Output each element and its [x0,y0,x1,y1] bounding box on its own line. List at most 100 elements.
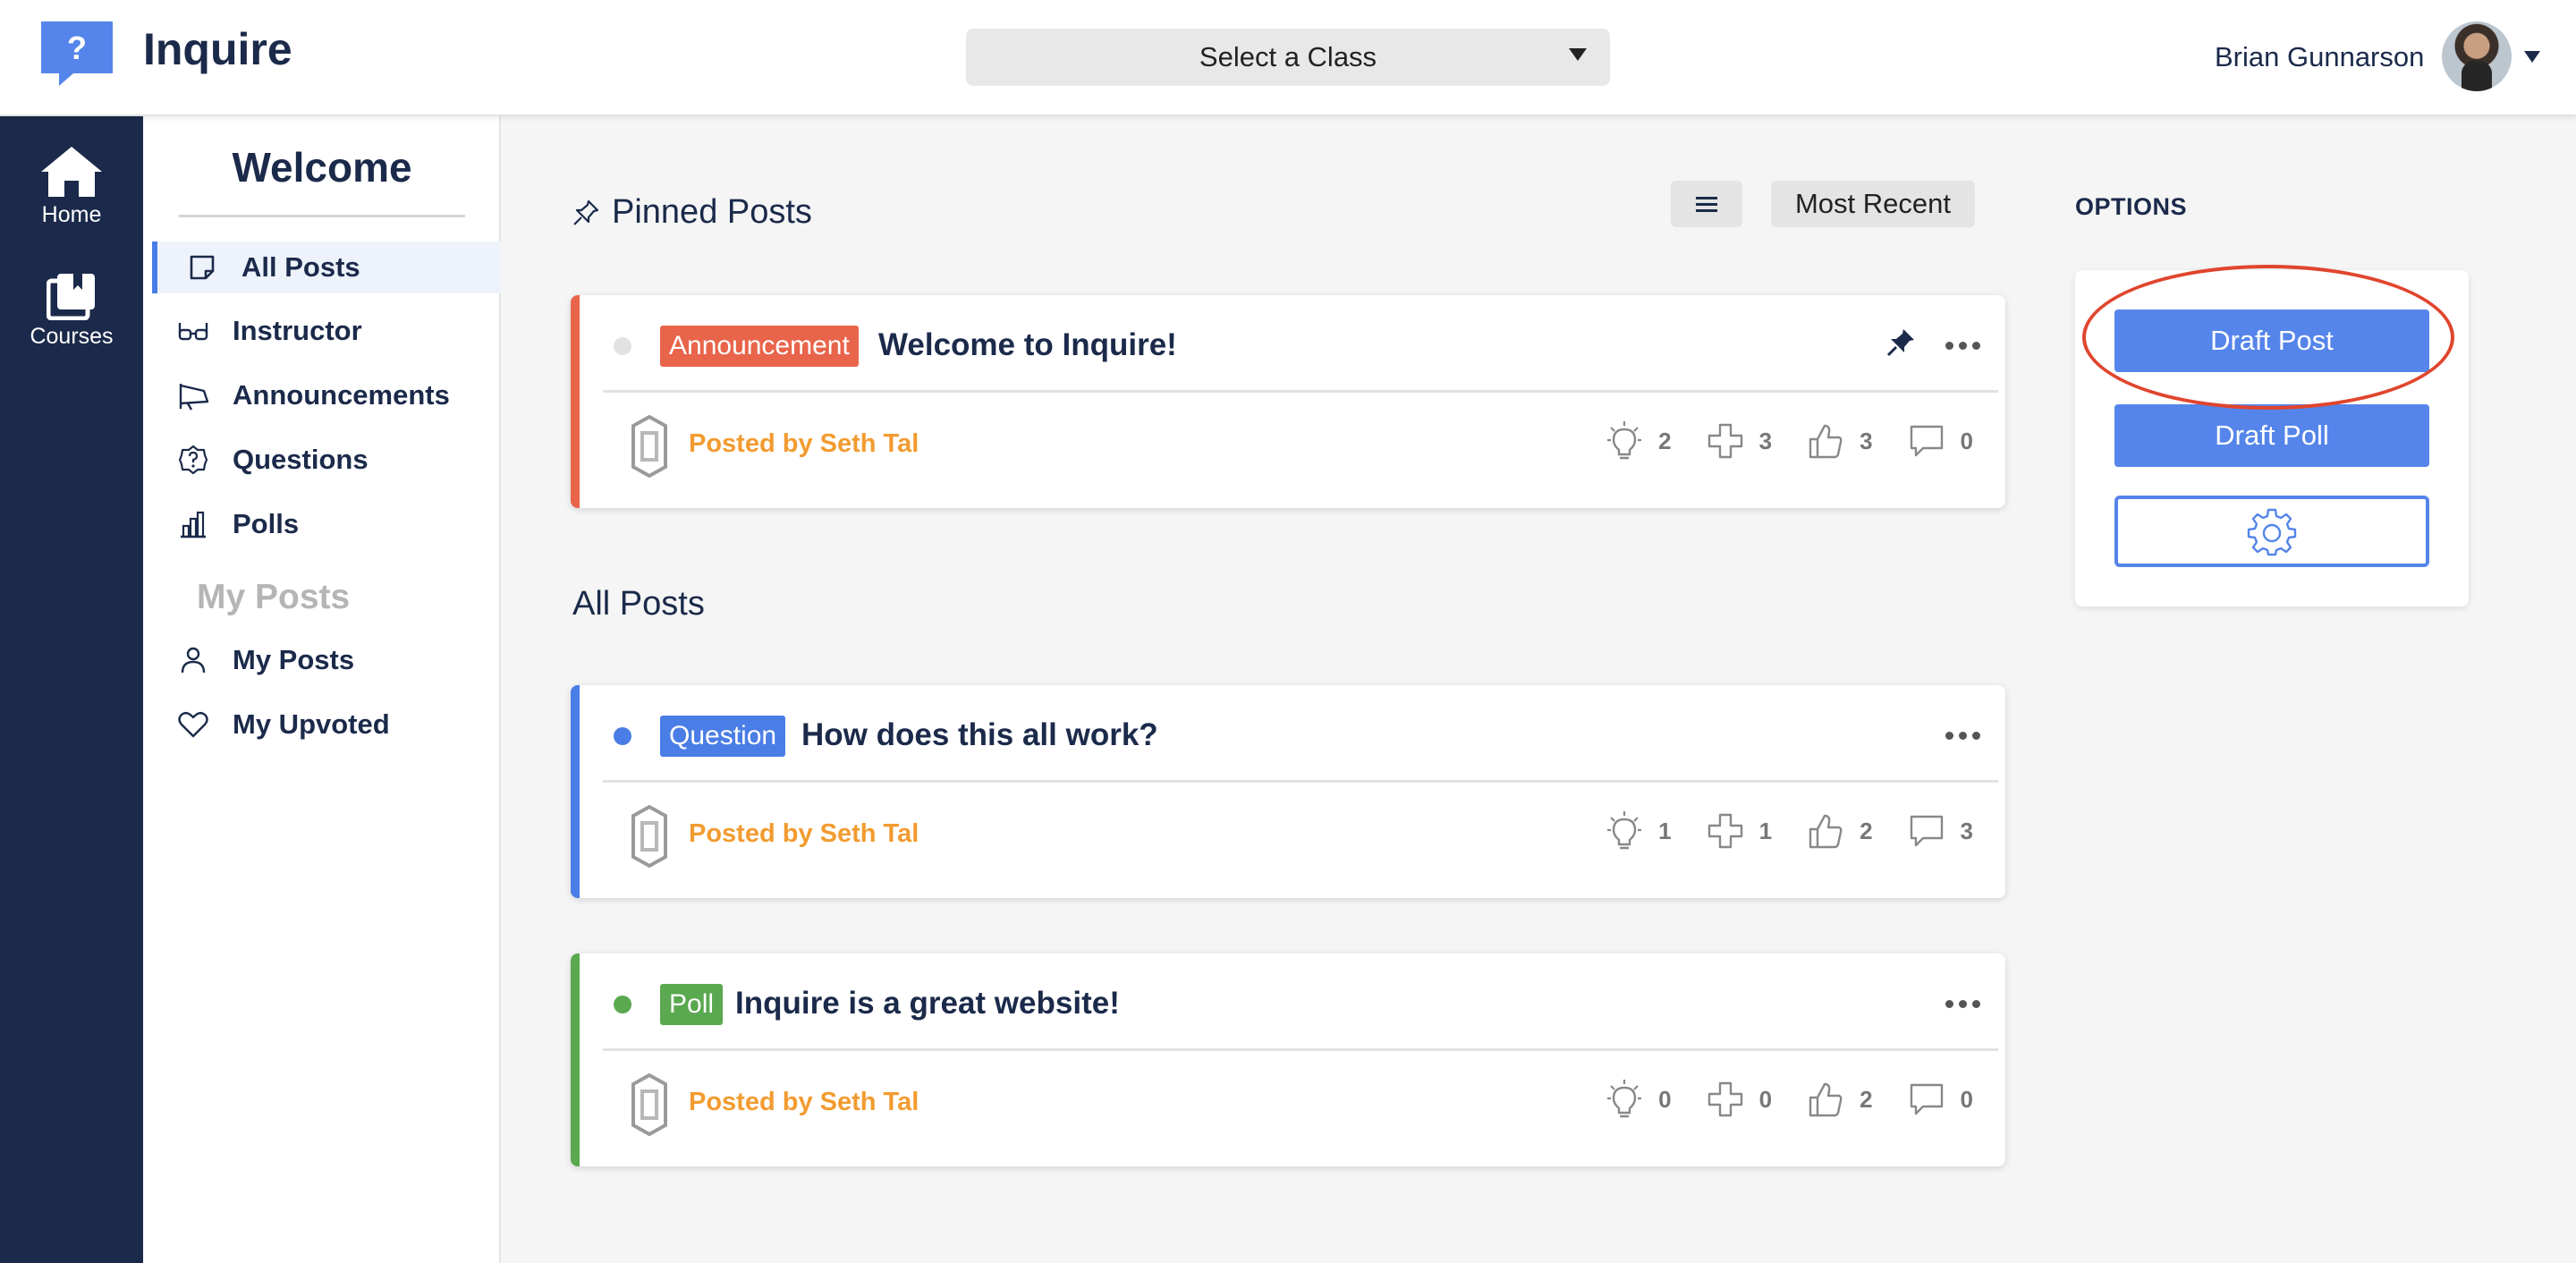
sidebar-welcome-title: Welcome [232,144,412,191]
author-logo-icon [630,414,669,482]
post-icon [184,250,220,285]
plus-stat[interactable]: 3 [1707,423,1772,459]
sidebar-item-label: All Posts [242,251,360,283]
post-title[interactable]: Welcome to Inquire! [878,327,1177,363]
top-bar: ? Inquire Select a Class Brian Gunnarson [0,0,2576,116]
person-icon [175,642,211,678]
post-stats: 2 3 3 0 [1571,420,1973,462]
sidebar-item-my-upvoted[interactable]: My Upvoted [152,699,501,750]
app-title[interactable]: Inquire [143,23,292,75]
plus-icon [1707,423,1742,459]
comment-icon [1910,1083,1943,1115]
plus-count: 3 [1758,427,1773,454]
settings-button[interactable] [2114,496,2429,567]
posted-by[interactable]: Posted by Seth Tal [689,1088,919,1117]
idea-stat[interactable]: 1 [1606,810,1672,852]
divider [603,1048,1998,1051]
plus-icon [1707,813,1742,849]
divider [603,390,1998,393]
most-recent-button[interactable]: Most Recent [1771,181,1975,227]
like-count: 3 [1860,427,1873,454]
heart-icon [175,707,211,742]
idea-count: 2 [1658,427,1672,454]
sidebar: Welcome All Posts Instructor Announcemen… [143,116,501,1263]
user-menu-caret-icon[interactable] [2524,51,2540,63]
sidebar-item-polls[interactable]: Polls [152,498,501,550]
sidebar-item-announcements[interactable]: Announcements [152,369,501,421]
plus-count: 0 [1758,1085,1773,1113]
rail-item-home[interactable]: Home [0,145,143,228]
plus-stat[interactable]: 0 [1707,1081,1772,1117]
sidebar-item-all-posts[interactable]: All Posts [152,242,501,293]
sidebar-item-my-posts[interactable]: My Posts [152,634,501,686]
sidebar-item-label: Instructor [233,315,362,346]
sidebar-item-label: Polls [233,508,300,539]
comment-stat[interactable]: 0 [1909,1082,1973,1116]
plus-stat[interactable]: 1 [1707,813,1772,849]
pinned-posts-heading: Pinned Posts [572,193,812,232]
home-icon [41,147,102,197]
sort-menu-button[interactable] [1671,181,1742,227]
posted-by[interactable]: Posted by Seth Tal [689,819,919,849]
comment-stat[interactable]: 3 [1909,814,1973,848]
question-icon [175,442,211,478]
megaphone-icon [175,377,211,413]
lightbulb-icon [1607,1080,1642,1118]
idea-stat[interactable]: 2 [1606,420,1672,462]
unread-status-dot [614,996,631,1013]
sidebar-item-label: My Upvoted [233,708,390,740]
post-title[interactable]: How does this all work? [801,717,1158,753]
like-stat[interactable]: 2 [1808,1081,1873,1117]
user-name[interactable]: Brian Gunnarson [2215,41,2424,73]
post-card[interactable]: Poll Inquire is a great website! Posted … [571,954,2005,1166]
plus-icon [1707,1081,1742,1117]
avatar[interactable] [2442,21,2512,91]
left-rail: Home Courses [0,116,143,1263]
comment-count: 0 [1960,1085,1973,1113]
more-options-icon[interactable] [1945,342,1980,350]
draft-poll-button[interactable]: Draft Poll [2114,404,2429,467]
comment-stat[interactable]: 0 [1909,424,1973,458]
poll-icon [175,506,211,542]
like-stat[interactable]: 2 [1808,813,1873,849]
author-logo-icon [630,1072,669,1140]
lightbulb-icon [1607,421,1642,460]
hamburger-icon [1696,197,1717,212]
sidebar-item-label: Announcements [233,379,450,411]
sidebar-item-instructor[interactable]: Instructor [152,305,501,357]
rail-item-label: Home [41,202,102,227]
post-title[interactable]: Inquire is a great website! [735,986,1120,1021]
inquire-logo-icon[interactable]: ? [38,20,116,88]
all-posts-heading: All Posts [572,585,705,623]
announcement-badge: Announcement [660,326,859,367]
post-stats: 1 1 2 3 [1571,810,1973,852]
rail-item-courses[interactable]: Courses [0,272,143,350]
comment-count: 3 [1960,817,1973,844]
divider [603,780,1998,783]
post-card-pinned[interactable]: Announcement Welcome to Inquire! Posted … [571,295,2005,508]
draft-post-button[interactable]: Draft Post [2114,309,2429,372]
posted-by[interactable]: Posted by Seth Tal [689,429,919,459]
gear-icon [2247,508,2297,556]
idea-stat[interactable]: 0 [1606,1079,1672,1120]
comment-count: 0 [1960,427,1973,454]
options-panel: Draft Post Draft Poll [2075,270,2469,606]
pinned-icon[interactable] [1885,327,1916,362]
class-select[interactable]: Select a Class [966,29,1610,86]
sidebar-item-label: My Posts [233,644,355,675]
sidebar-item-label: Questions [233,444,369,475]
post-stats: 0 0 2 0 [1571,1079,1973,1120]
author-logo-icon [630,804,669,872]
like-count: 2 [1860,817,1873,844]
sidebar-item-questions[interactable]: Questions [152,434,501,486]
like-stat[interactable]: 3 [1808,423,1873,459]
more-options-icon[interactable] [1945,1000,1980,1008]
glasses-icon [175,313,211,349]
idea-count: 0 [1658,1085,1672,1113]
post-card[interactable]: Question How does this all work? Posted … [571,685,2005,898]
logo-glyph: ? [67,30,87,66]
comment-icon [1910,425,1943,457]
divider [179,215,465,217]
more-options-icon[interactable] [1945,732,1980,740]
class-select-label: Select a Class [1199,41,1377,72]
